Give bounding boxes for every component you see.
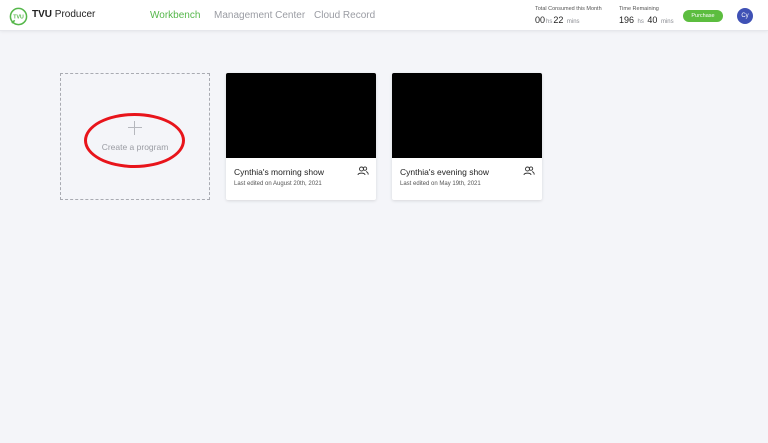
program-title: Cynthia's morning show — [234, 167, 324, 177]
program-thumbnail[interactable] — [392, 73, 542, 158]
tvu-logo-icon[interactable]: TVU — [9, 7, 28, 26]
remaining-label: Time Remaining — [619, 6, 659, 12]
app-name: TVU Producer — [32, 9, 96, 20]
program-title: Cynthia's evening show — [400, 167, 490, 177]
purchase-button[interactable]: Purchase — [683, 10, 723, 22]
consumed-label: Total Consumed this Month — [535, 6, 602, 12]
program-last-edited: Last edited on May 19th, 2021 — [400, 181, 481, 187]
program-card-evening[interactable]: Cynthia's evening show Last edited on Ma… — [392, 73, 542, 200]
users-icon[interactable] — [357, 166, 369, 176]
svg-text:TVU: TVU — [13, 15, 24, 21]
nav-management-center[interactable]: Management Center — [214, 10, 305, 21]
remaining-value: 196 hs 40 mins — [619, 15, 674, 25]
create-program-label: Create a program — [101, 142, 169, 152]
top-header: TVU TVU Producer Workbench Management Ce… — [0, 0, 768, 31]
plus-icon — [128, 121, 142, 135]
program-thumbnail[interactable] — [226, 73, 376, 158]
nav-workbench[interactable]: Workbench — [150, 10, 200, 21]
nav-cloud-record[interactable]: Cloud Record — [314, 10, 375, 21]
users-icon[interactable] — [523, 166, 535, 176]
consumed-value: 00hs22 mins — [535, 15, 580, 25]
user-avatar[interactable]: Cy — [737, 8, 753, 24]
create-program-card[interactable]: Create a program — [60, 73, 210, 200]
program-card-morning[interactable]: Cynthia's morning show Last edited on Au… — [226, 73, 376, 200]
program-last-edited: Last edited on August 20th, 2021 — [234, 181, 322, 187]
